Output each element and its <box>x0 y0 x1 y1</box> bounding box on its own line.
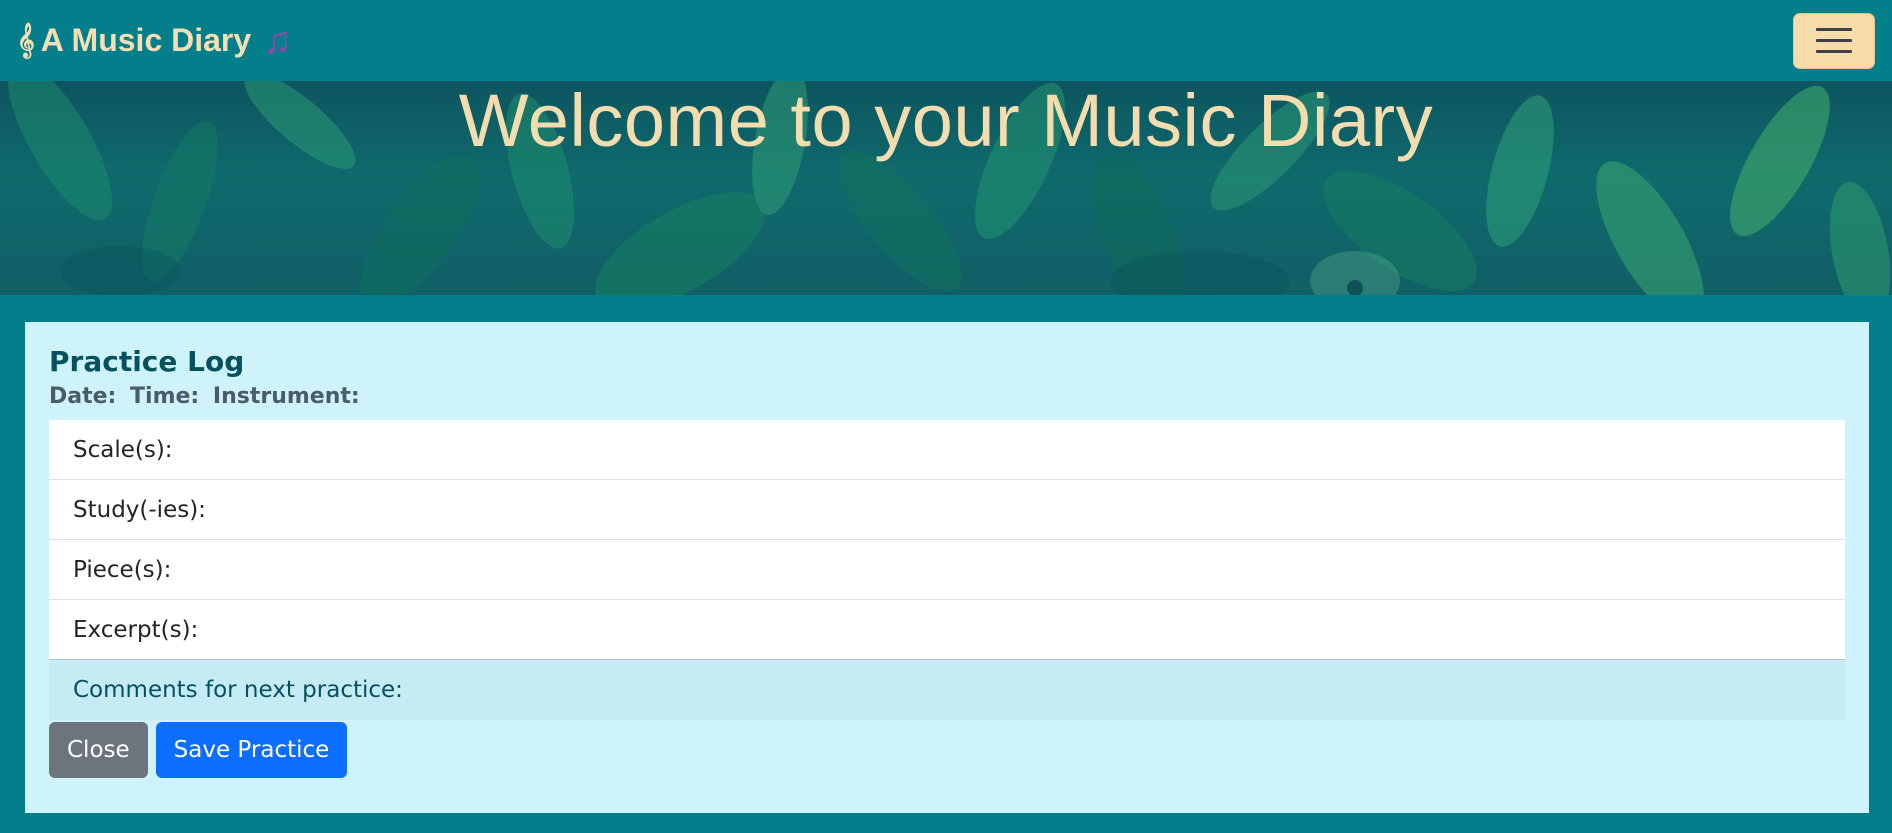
navbar: 𝄞 A Music Diary ♫ <box>0 0 1892 81</box>
list-item-comments: Comments for next practice: <box>49 660 1845 720</box>
instrument-label: Instrument: <box>212 384 360 409</box>
brand-text: A Music Diary <box>40 22 252 58</box>
modal-title: Practice Log <box>49 345 245 378</box>
music-note-icon: ♫ <box>263 19 292 62</box>
close-button[interactable]: Close <box>49 722 148 778</box>
modal-backdrop: Practice Log Date: Time: Instrument: Sca… <box>0 295 1892 833</box>
practice-log-modal: Practice Log Date: Time: Instrument: Sca… <box>25 322 1869 813</box>
list-item-pieces: Piece(s): <box>49 540 1845 600</box>
navbar-toggler-button[interactable] <box>1793 12 1875 69</box>
modal-actions: Close Save Practice <box>49 720 1845 780</box>
date-label: Date: <box>49 384 117 409</box>
brand-link[interactable]: 𝄞 A Music Diary ♫ <box>17 22 292 60</box>
save-practice-button[interactable]: Save Practice <box>155 722 348 778</box>
list-item-studies: Study(-ies): <box>49 480 1845 540</box>
practice-meta: Date: Time: Instrument: <box>49 382 1845 412</box>
practice-list: Scale(s): Study(-ies): Piece(s): Excerpt… <box>49 420 1845 720</box>
hero-title: Welcome to your Music Diary <box>458 81 1434 162</box>
hero-banner: Welcome to your Music Diary <box>0 81 1892 295</box>
list-item-excerpts: Excerpt(s): <box>49 600 1845 660</box>
time-label: Time: <box>130 384 200 409</box>
hamburger-menu-icon <box>1816 28 1852 31</box>
treble-clef-icon: 𝄞 <box>17 23 35 57</box>
list-item-scales: Scale(s): <box>49 420 1845 480</box>
